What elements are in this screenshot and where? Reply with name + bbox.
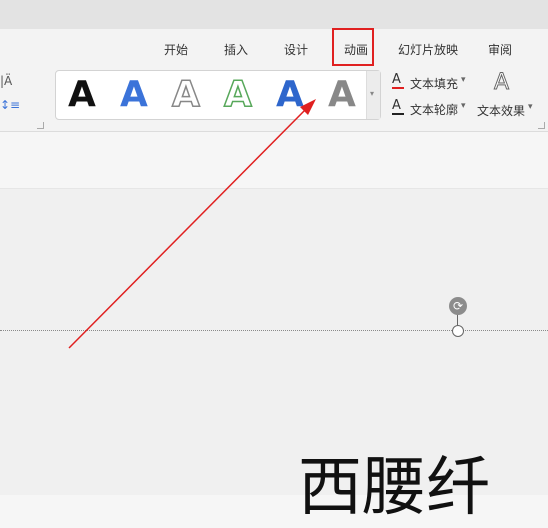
annotation-arrow (68, 99, 316, 349)
arrow-line (68, 105, 310, 349)
